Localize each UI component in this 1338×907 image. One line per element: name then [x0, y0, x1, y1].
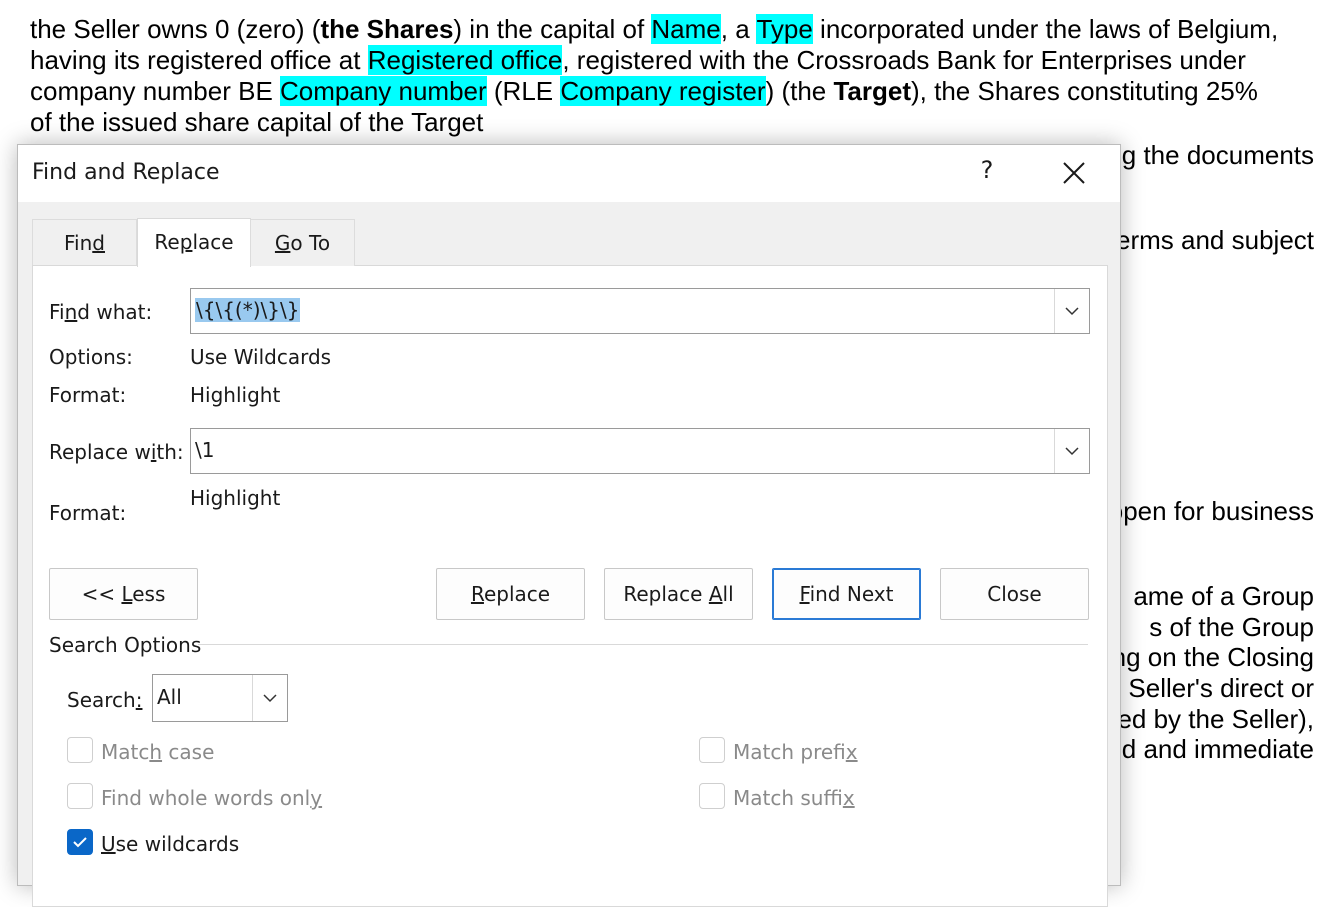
- find-replace-dialog: Find and Replace ? Find Replace Go To Fi…: [17, 144, 1121, 907]
- search-options-heading: Search Options: [49, 633, 202, 657]
- replace-with-value: \1: [195, 438, 215, 462]
- doc-fragment: Seller's direct or: [1128, 673, 1314, 703]
- tab-replace[interactable]: Replace: [137, 218, 251, 267]
- find-next-button[interactable]: Find Next: [772, 568, 921, 620]
- check-icon: [73, 837, 87, 848]
- use-wildcards-checkbox[interactable]: [67, 829, 93, 855]
- highlighted-field-type: Type: [756, 14, 813, 44]
- doc-fragment: erms and subject: [1116, 225, 1314, 255]
- less-button[interactable]: << Less: [49, 568, 198, 620]
- doc-fragment: d and immediate: [1121, 734, 1314, 764]
- options-label: Options:: [49, 345, 133, 369]
- document-body: the Seller owns 0 (zero) (the Shares) in…: [30, 14, 1320, 138]
- search-direction-value: All: [157, 685, 182, 709]
- chevron-down-icon[interactable]: [252, 675, 287, 721]
- search-label: Search:: [67, 688, 143, 712]
- highlighted-field-registered-office: Registered office: [367, 45, 563, 75]
- whole-words-checkbox[interactable]: [67, 783, 93, 809]
- replace-button[interactable]: Replace: [436, 568, 585, 620]
- find-what-value: \{\{(*)\}\}: [195, 298, 301, 322]
- doc-fragment: g the documents: [1121, 140, 1314, 170]
- close-button[interactable]: Close: [940, 568, 1089, 620]
- match-prefix-label: Match prefix: [733, 740, 858, 764]
- tab-find[interactable]: Find: [32, 219, 137, 266]
- options-value: Use Wildcards: [190, 345, 332, 369]
- doc-line-2: having its registered office at Register…: [30, 45, 1246, 75]
- doc-fragment: ed by the Seller),: [1117, 704, 1314, 734]
- replace-with-input[interactable]: \1: [190, 428, 1090, 474]
- doc-fragment: open for business: [1108, 496, 1314, 526]
- match-case-checkbox[interactable]: [67, 737, 93, 763]
- match-suffix-checkbox[interactable]: [699, 783, 725, 809]
- doc-fragment: ame of a Group: [1133, 581, 1314, 611]
- replace-format-value: Highlight: [190, 486, 281, 510]
- match-suffix-label: Match suffix: [733, 786, 855, 810]
- replace-with-label: Replace with:: [49, 440, 184, 464]
- doc-fragment: ng on the Closing: [1111, 642, 1314, 672]
- find-what-label: Find what:: [49, 300, 153, 324]
- highlighted-field-company-register: Company register: [560, 76, 766, 106]
- search-options-divider: [198, 644, 1088, 645]
- dialog-body: Find Replace Go To Find what: \{\{(*)\}\…: [18, 202, 1120, 907]
- highlighted-field-company-number: Company number: [280, 76, 487, 106]
- search-direction-select[interactable]: All: [152, 674, 288, 722]
- replace-all-button[interactable]: Replace All: [604, 568, 753, 620]
- use-wildcards-label: Use wildcards: [101, 832, 240, 856]
- match-case-label: Match case: [101, 740, 215, 764]
- find-what-input[interactable]: \{\{(*)\}\}: [190, 288, 1090, 334]
- dialog-title: Find and Replace: [32, 160, 220, 185]
- highlighted-field-name: Name: [651, 14, 721, 44]
- tab-goto[interactable]: Go To: [250, 219, 355, 266]
- chevron-down-icon[interactable]: [1054, 429, 1089, 473]
- doc-line-4: of the issued share capital of the Targe…: [30, 107, 484, 137]
- chevron-down-icon[interactable]: [1054, 289, 1089, 333]
- dialog-titlebar[interactable]: Find and Replace ?: [18, 145, 1120, 202]
- whole-words-label: Find whole words only: [101, 786, 323, 810]
- find-format-value: Highlight: [190, 383, 281, 407]
- match-prefix-checkbox[interactable]: [699, 737, 725, 763]
- doc-fragment: s of the Group: [1149, 612, 1314, 642]
- doc-line-1: the Seller owns 0 (zero) (the Shares) in…: [30, 14, 1279, 44]
- close-icon[interactable]: [1056, 155, 1092, 191]
- doc-line-3: company number BE Company number (RLE Co…: [30, 76, 1258, 106]
- replace-format-label: Format:: [49, 501, 127, 525]
- help-button[interactable]: ?: [972, 156, 1002, 188]
- find-format-label: Format:: [49, 383, 127, 407]
